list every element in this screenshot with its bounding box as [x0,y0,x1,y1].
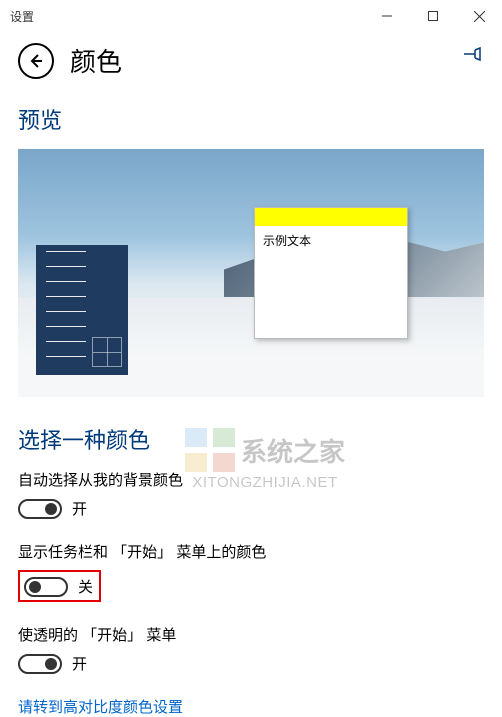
taskbar-color-state: 关 [78,576,93,597]
preview-window: 示例文本 [254,207,408,339]
back-button[interactable] [18,43,54,79]
highlighted-setting: 关 [18,570,101,602]
auto-pick-state: 开 [72,498,87,519]
transparent-start-state: 开 [72,653,87,674]
maximize-button[interactable] [410,0,456,32]
color-preview: 示例文本 [18,149,484,397]
window-title: 设置 [10,8,34,25]
page-header: 颜色 [0,32,502,97]
preview-sample-text: 示例文本 [255,226,407,255]
close-button[interactable] [456,0,502,32]
page-title: 颜色 [70,42,122,79]
preview-start-menu [36,245,128,375]
transparent-start-toggle[interactable] [18,654,62,674]
choose-color-heading: 选择一种颜色 [18,423,484,455]
minimize-button[interactable] [364,0,410,32]
pin-icon[interactable] [462,46,482,65]
transparent-start-label: 使透明的 「开始」 菜单 [18,624,484,645]
preview-heading: 预览 [18,103,484,135]
taskbar-color-toggle[interactable] [24,577,68,597]
auto-pick-toggle[interactable] [18,499,62,519]
preview-window-titlebar [255,208,407,226]
taskbar-color-label: 显示任务栏和 「开始」 菜单上的颜色 [18,541,484,562]
auto-pick-label: 自动选择从我的背景颜色 [18,469,484,490]
titlebar: 设置 [0,0,502,32]
